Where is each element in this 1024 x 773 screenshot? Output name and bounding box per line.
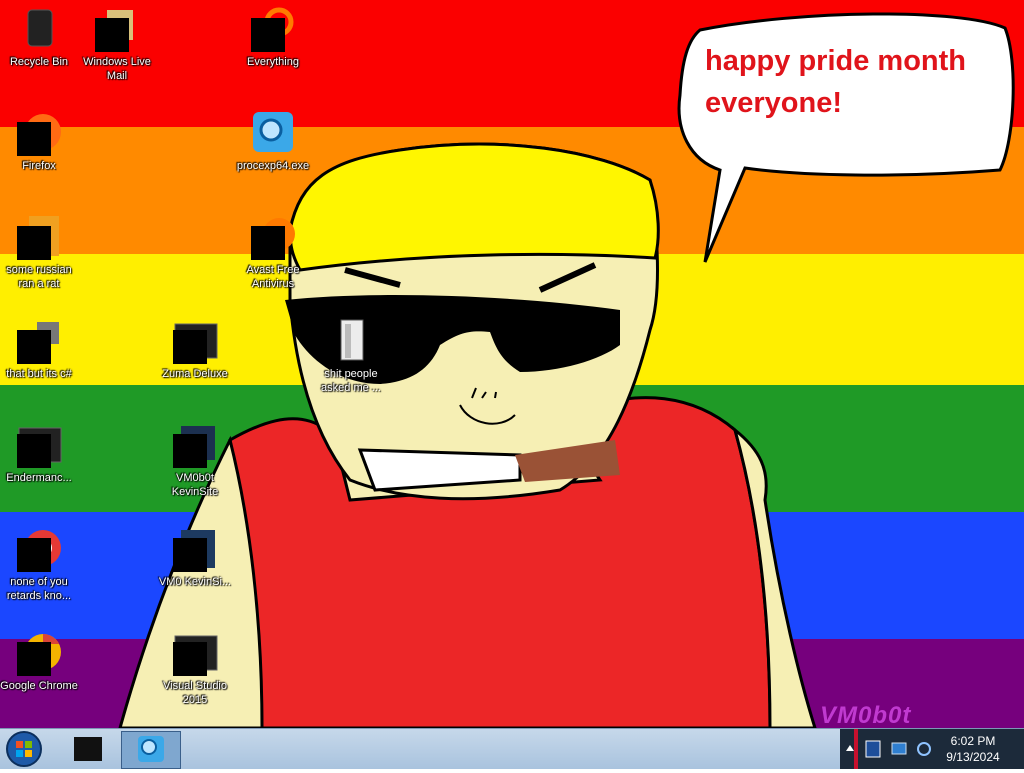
volume-icon [917, 742, 931, 756]
desktop-icon-label: none of you retards kno... [6, 576, 72, 602]
desktop-icon-label: Visual Studio 2015 [162, 680, 227, 706]
desktop-icon-label: procexp64.exe [236, 160, 310, 172]
clock-date: 9/13/2024 [946, 750, 1000, 764]
desktop-icon-none-of-you[interactable]: none of you retards kno... [0, 524, 78, 603]
desktop-icon-label: that but its c# [6, 368, 72, 380]
magnifier-icon [249, 108, 297, 156]
taskbar-button-procexp[interactable] [121, 731, 181, 769]
desktop: happy pride month everyone! VM0b0t Recyc… [0, 0, 1024, 728]
speech-bubble-text: happy pride month everyone! [705, 45, 966, 119]
shield-icon [865, 740, 881, 758]
folder-icon [327, 316, 375, 364]
desktop-icon-label: Windows Live Mail [83, 56, 151, 82]
desktop-icon-procexp[interactable]: procexp64.exe [234, 108, 312, 173]
desktop-icon-firefox[interactable]: Firefox [0, 108, 78, 173]
app-window-icon [171, 420, 219, 468]
avast-icon [249, 212, 297, 260]
desktop-icon-label: Google Chrome [0, 680, 78, 692]
chrome-icon [15, 628, 63, 676]
desktop-icon-everything[interactable]: Everything [234, 4, 312, 69]
show-hidden-icon [846, 745, 854, 751]
desktop-icon-label: Endermanc... [6, 472, 72, 484]
desktop-icon-label: Avast Free Antivirus [246, 264, 300, 290]
artist-watermark: VM0b0t [820, 702, 912, 728]
desktop-icon-recycle-bin[interactable]: Recycle Bin [0, 4, 78, 69]
app-window-icon [74, 737, 102, 761]
app-window-icon [171, 524, 219, 572]
app-window-icon [15, 420, 63, 468]
taskbar: 6:02 PM 9/13/2024 [0, 728, 1024, 769]
desktop-icon-shit-people-asked-me[interactable]: shit people asked me ... [312, 316, 390, 395]
taskbar-button-app[interactable] [60, 731, 118, 767]
desktop-icon-some-russian-ran-a-rat[interactable]: some russian ran a rat [0, 212, 78, 291]
desktop-icon-label: VM0 KevinSi... [158, 576, 232, 588]
mail-icon [93, 4, 141, 52]
start-button[interactable] [4, 730, 44, 768]
app-window-icon [171, 628, 219, 676]
magnifier-icon [138, 736, 164, 762]
desktop-icon-label: VM0b0t KevinSite [171, 472, 219, 498]
clock[interactable]: 6:02 PM 9/13/2024 [940, 733, 1006, 765]
desktop-icon-zuma-deluxe[interactable]: Zuma Deluxe [156, 316, 234, 381]
system-tray: 6:02 PM 9/13/2024 [840, 729, 1024, 769]
desktop-icon-label: Everything [247, 56, 299, 68]
desktop-icon-label: some russian ran a rat [6, 264, 72, 290]
desktop-icon-avast[interactable]: Avast Free Antivirus [234, 212, 312, 291]
desktop-icon-windows-live-mail[interactable]: Windows Live Mail [78, 4, 156, 83]
app-window-icon [171, 316, 219, 364]
desktop-icon-label: Firefox [22, 160, 56, 172]
browser-icon [15, 524, 63, 572]
recycle-bin-icon [15, 4, 63, 52]
file-icon [15, 212, 63, 260]
desktop-icon-vm0-kevinsite[interactable]: VM0 KevinSi... [156, 524, 234, 589]
windows-orb-icon [6, 731, 42, 767]
desktop-icon-label: Zuma Deluxe [162, 368, 228, 380]
tray-icons [846, 729, 931, 769]
firefox-icon [15, 108, 63, 156]
desktop-icon-visual-studio-2015[interactable]: Visual Studio 2015 [156, 628, 234, 707]
desktop-icon-endermanch[interactable]: Endermanc... [0, 420, 78, 485]
desktop-icon-label: Recycle Bin [9, 56, 69, 68]
desktop-icon-google-chrome[interactable]: Google Chrome [0, 628, 78, 693]
desktop-icon-vm0b0t-kevinsite[interactable]: VM0b0t KevinSite [156, 420, 234, 499]
stack-icon [15, 316, 63, 364]
search-app-icon [249, 4, 297, 52]
desktop-icon-label: shit people asked me ... [321, 368, 381, 394]
network-icon [891, 742, 907, 755]
desktop-icon-that-but-its-csharp[interactable]: that but its c# [0, 316, 78, 381]
clock-time: 6:02 PM [950, 734, 996, 748]
